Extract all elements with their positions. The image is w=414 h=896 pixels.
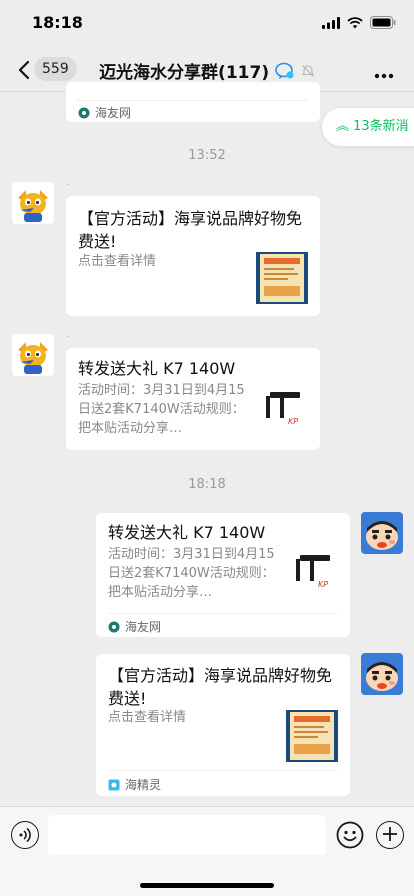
my-avatar[interactable] [361,512,403,554]
sender-mark: · [66,332,70,343]
plus-button[interactable] [376,821,404,849]
wifi-icon [347,16,363,28]
message-input[interactable] [48,815,326,855]
message-card[interactable]: 转发送大礼 K7 140W 活动时间：3月31日到4月15日送2套K7140W活… [96,513,350,637]
chat-title: 迈光海水分享群(117) [99,63,270,83]
source-name: 海精灵 [125,778,162,792]
flyer-image [286,710,338,762]
plus-icon [383,827,397,841]
new-messages-label: 13条新消 [353,119,409,134]
card-thumbnail [286,710,338,762]
card-desc: 点击查看详情 [108,710,187,725]
avatar[interactable] [12,334,54,376]
message-card[interactable]: 转发送大礼 K7 140W 活动时间：3月31日到4月15日送2套K7140W活… [66,348,320,450]
lamp-image: KP [260,388,308,430]
source-icon [108,779,120,790]
card-title: 【官方活动】海享说品牌好物免费送! [108,666,333,708]
new-messages-button[interactable]: ︽ 13条新消 [322,108,414,146]
message-card[interactable]: 【官方活动】海享说品牌好物免费送! 点击查看详情 海精灵 [96,654,350,796]
card-source: 海精灵 [108,776,161,793]
card-thumbnail: KP [260,388,308,430]
voice-icon [19,827,31,843]
shinchan-avatar-icon [361,512,403,554]
card-desc: 活动时间：3月31日到4月15日送2套K7140W活动规则：把本贴活动分享… [78,383,245,436]
lamp-image: KP [290,551,338,593]
message-card[interactable]: 【官方活动】海享说品牌好物免费送! 点击查看详情 [66,196,320,316]
card-thumbnail [256,252,308,304]
flyer-image [256,252,308,304]
timestamp: 13:52 [188,148,226,163]
cartoon-avatar-icon [12,334,54,376]
source-icon [108,621,120,632]
card-title: 转发送大礼 K7 140W [78,359,236,378]
card-source: 海友网 [108,618,161,635]
card-divider [108,613,338,614]
status-icons [322,16,396,29]
chat-title-wrap: 迈光海水分享群(117) [0,58,414,83]
source-icon [78,107,90,118]
voice-button[interactable] [11,821,39,849]
card-thumbnail: KP [290,551,338,593]
sender-mark: · [66,180,70,191]
emoji-button[interactable] [336,821,364,849]
card-divider [108,770,338,771]
more-button[interactable] [374,60,394,84]
emoji-icon [336,821,364,849]
more-icon [374,73,394,79]
card-desc: 点击查看详情 [78,254,157,269]
svg-text:KP: KP [318,580,328,589]
card-divider [78,100,308,101]
source-name: 海友网 [95,106,132,120]
double-chevron-up-icon: ︽ [336,119,354,134]
cartoon-avatar-icon [12,182,54,224]
timestamp: 18:18 [188,477,226,492]
chat-bubble-icon [275,62,294,79]
card-title: 转发送大礼 K7 140W [108,523,266,542]
partial-card[interactable]: 海友网 [66,82,320,122]
avatar[interactable] [12,182,54,224]
card-source: 海友网 [78,104,131,121]
card-title: 【官方活动】海享说品牌好物免费送! [78,209,303,251]
status-time: 18:18 [32,13,83,32]
home-indicator[interactable] [140,883,274,888]
svg-text:KP: KP [288,417,298,426]
my-avatar[interactable] [361,653,403,695]
source-name: 海友网 [125,620,162,634]
shinchan-avatar-icon [361,653,403,695]
mute-icon [301,64,314,77]
battery-icon [370,16,396,29]
status-bar: 18:18 [0,0,414,48]
signal-icon [322,16,340,29]
card-desc: 活动时间：3月31日到4月15日送2套K7140W活动规则：把本贴活动分享… [108,547,275,600]
